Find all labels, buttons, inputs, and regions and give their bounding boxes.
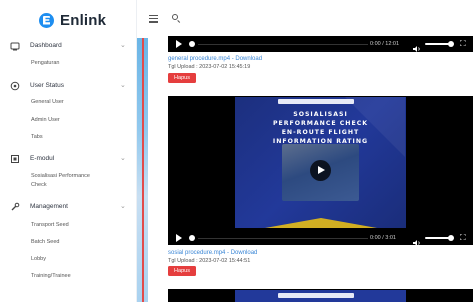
- brand-name: Enlink: [60, 11, 107, 29]
- sidebar-subitem-admin-user[interactable]: Admin User: [31, 116, 60, 124]
- video-time: 0:00 / 3:01: [370, 235, 396, 241]
- hamburger-menu-icon[interactable]: [149, 15, 158, 23]
- sidebar-subitem-pengaturan[interactable]: Pengaturan: [31, 59, 59, 67]
- progress-knob[interactable]: [189, 41, 195, 47]
- user-status-icon: [10, 81, 20, 91]
- sidebar-item-label: Management: [30, 203, 68, 210]
- sidebar-item-label: Dashboard: [30, 42, 62, 49]
- download-link[interactable]: sosial procedure.mp4 - Download: [168, 249, 257, 257]
- brand[interactable]: Enlink: [39, 11, 106, 29]
- progress-track[interactable]: [198, 237, 368, 239]
- progress-knob[interactable]: [189, 235, 195, 241]
- chevron-down-icon: ⌄: [120, 42, 126, 49]
- delete-button[interactable]: Hapus: [168, 266, 196, 276]
- fullscreen-icon[interactable]: ⛶: [460, 40, 468, 48]
- volume-knob[interactable]: [448, 235, 454, 241]
- video-controls-2: 0:00 / 3:01 ⛶: [168, 231, 473, 246]
- play-overlay-icon[interactable]: [310, 160, 331, 181]
- upload-date: Tgl Upload : 2023-07-02 15:45:19: [168, 64, 251, 70]
- dashboard-icon: [10, 41, 20, 51]
- chevron-down-icon: ⌄: [120, 203, 126, 210]
- sidebar-subitem-batch-seed[interactable]: Batch Seed: [31, 238, 59, 246]
- sidebar-item-e-modul[interactable]: E-modul ⌄: [0, 152, 137, 166]
- poster-logo-bar: [278, 99, 354, 104]
- poster-title-line3: EN-ROUTE FLIGHT: [281, 129, 360, 136]
- sidebar-subitem-lobby[interactable]: Lobby: [31, 255, 46, 263]
- sidebar-item-management[interactable]: Management ⌄: [0, 200, 137, 214]
- poster-title-line2: PERFORMANCE CHECK: [272, 120, 369, 127]
- volume-slider[interactable]: [425, 237, 449, 239]
- upload-date: Tgl Upload : 2023-07-02 15:44:51: [168, 258, 251, 264]
- play-icon[interactable]: [176, 234, 182, 242]
- volume-icon[interactable]: [413, 40, 421, 52]
- download-link[interactable]: general procedure.mp4 - Download: [168, 55, 262, 63]
- video-poster: SOSIALISASI PERFORMANCE CHECK EN-ROUTE F…: [235, 97, 406, 228]
- volume-slider[interactable]: [425, 43, 449, 45]
- sidebar-subitem-general-user[interactable]: General User: [31, 98, 64, 106]
- sidebar-subitem-transport-seed[interactable]: Transport Seed: [31, 221, 69, 229]
- poster-triangle-decoration: [265, 218, 377, 228]
- delete-button[interactable]: Hapus: [168, 73, 196, 83]
- sidebar-item-dashboard[interactable]: Dashboard ⌄: [0, 39, 137, 53]
- sidebar-item-label: User Status: [30, 82, 64, 89]
- sidebar-subitem-sosialisasi-2[interactable]: Check: [31, 181, 47, 189]
- sidebar-subitem-sosialisasi[interactable]: Sosialisasi Performance: [31, 172, 90, 180]
- decorative-accent-line: [142, 38, 144, 302]
- sidebar-item-user-status[interactable]: User Status ⌄: [0, 79, 137, 93]
- play-icon[interactable]: [176, 40, 182, 48]
- chevron-down-icon: ⌄: [120, 82, 126, 89]
- sidebar: Enlink Dashboard ⌄ Pengaturan User Statu…: [0, 0, 137, 302]
- tools-icon: [10, 202, 20, 212]
- sidebar-item-label: E-modul: [30, 155, 55, 162]
- top-header: [137, 0, 473, 38]
- volume-knob[interactable]: [448, 41, 454, 47]
- sidebar-subitem-training[interactable]: Training/Trainee: [31, 272, 71, 280]
- fullscreen-icon[interactable]: ⛶: [460, 234, 468, 242]
- sidebar-subitem-tabs[interactable]: Tabs: [31, 133, 43, 141]
- progress-track[interactable]: [198, 43, 368, 45]
- video-poster-partial: [235, 290, 406, 302]
- poster-logo-bar: [278, 293, 354, 298]
- poster-title-line1: SOSIALISASI: [293, 111, 348, 118]
- video-player-3[interactable]: [168, 289, 473, 302]
- video-controls-1: 0:00 / 12:01 ⛶: [168, 37, 473, 52]
- enlink-logo-icon: [39, 12, 54, 28]
- video-time: 0:00 / 12:01: [370, 41, 400, 47]
- chevron-down-icon: ⌄: [120, 155, 126, 162]
- volume-icon[interactable]: [413, 234, 421, 246]
- search-icon[interactable]: [172, 14, 181, 23]
- module-icon: [10, 154, 20, 164]
